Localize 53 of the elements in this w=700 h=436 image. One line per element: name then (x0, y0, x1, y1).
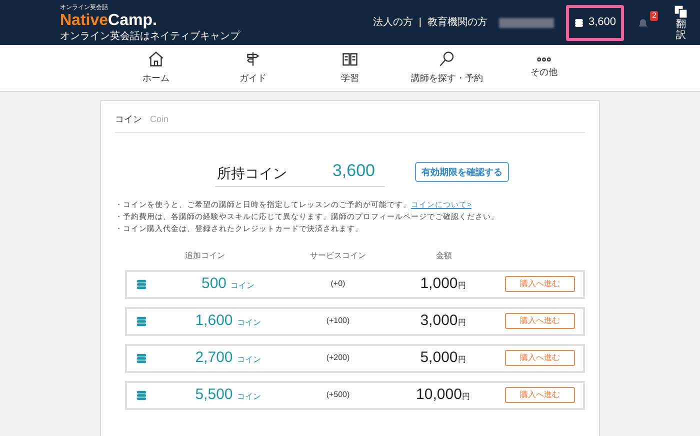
column-header: 金額 (436, 250, 452, 262)
header-link[interactable]: 法人の方 (372, 15, 413, 30)
bonus-coins: (+200) (325, 352, 351, 364)
bonus-coins: (+0) (330, 278, 346, 290)
card-title: コイン (115, 112, 142, 126)
logo[interactable]: NativeCamp. (60, 13, 240, 29)
separator: | (418, 16, 422, 30)
coin-stack-icon (135, 388, 148, 402)
price: 10,000 (416, 384, 462, 405)
signpost-icon (244, 50, 262, 68)
coin-amount: 1,600 (195, 310, 233, 331)
nav-item[interactable]: 学習 (302, 45, 398, 91)
currency: 円 (462, 390, 470, 403)
balance-amount: 3,600 (332, 160, 376, 182)
coin-unit: コイン (230, 280, 255, 292)
card-subtitle: Coin (150, 112, 169, 126)
coin-stack-icon (135, 314, 148, 328)
coin-stack-icon (574, 18, 584, 28)
coin-stack-icon (135, 352, 148, 364)
bonus-coins: (+100) (325, 315, 351, 327)
currency: 円 (458, 316, 466, 329)
nav-item[interactable]: ホーム (108, 45, 204, 91)
nav-item[interactable]: ガイド (204, 45, 302, 91)
book-icon (341, 50, 359, 68)
coin-amount: 500 (201, 274, 227, 294)
coin-balance[interactable]: 3,600 (566, 4, 624, 40)
home-icon (147, 50, 165, 68)
currency: 円 (458, 280, 466, 292)
expiry-button[interactable]: 有効期限を確認する (415, 162, 509, 182)
column-header: サービスコイン (310, 250, 366, 262)
coin-amount: 2,700 (195, 348, 233, 368)
currency: 円 (458, 354, 466, 366)
translate-icon[interactable] (674, 4, 688, 18)
price: 3,000 (420, 310, 458, 331)
price: 1,000 (420, 274, 458, 294)
nav-item[interactable]: その他 (496, 45, 592, 91)
blurred-username (499, 18, 554, 28)
bonus-coins: (+500) (325, 389, 351, 401)
translate-label[interactable]: 翻訳 (676, 18, 686, 40)
coin-amount: 5,500 (195, 384, 233, 405)
column-header: 追加コイン (185, 250, 225, 262)
coin-unit: コイン (236, 316, 261, 329)
site-subtitle: オンライン英会話はネイティブキャンプ (60, 32, 240, 42)
price: 5,000 (420, 348, 458, 368)
search-icon (438, 50, 456, 68)
coin-stack-icon (135, 278, 148, 290)
balance-label: 所持コイン (217, 164, 287, 182)
coin-unit: コイン (236, 390, 261, 403)
header-link[interactable]: 教育機関の方 (427, 15, 488, 30)
nav-item[interactable]: 講師を探す・予約 (398, 45, 496, 91)
notification-badge: 2 (650, 10, 658, 20)
more-icon (537, 56, 551, 62)
coin-unit: コイン (236, 354, 261, 366)
